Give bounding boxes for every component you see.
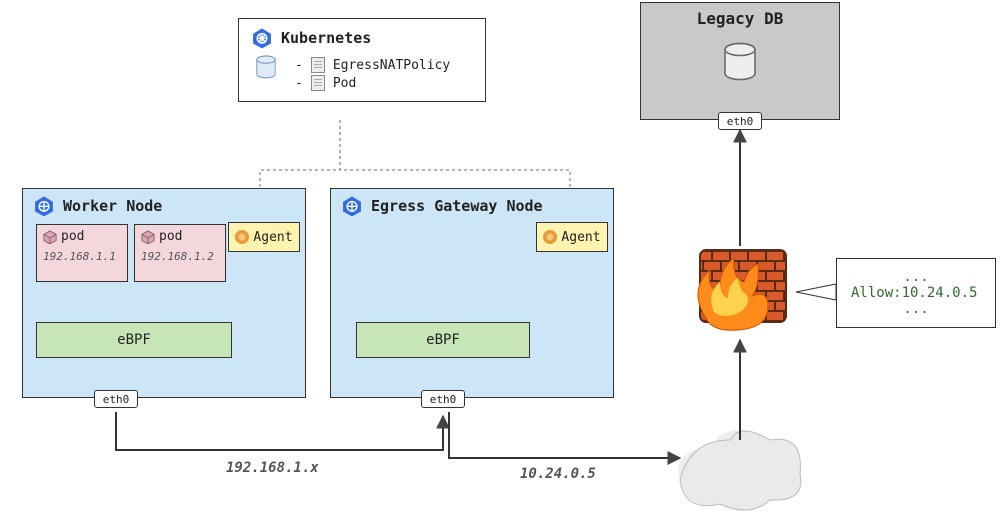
resource-egressnatpolicy: EgressNATPolicy bbox=[333, 58, 450, 73]
egress-eth0: eth0 bbox=[421, 390, 465, 408]
kubernetes-icon bbox=[251, 27, 273, 49]
kubernetes-icon bbox=[341, 195, 363, 217]
worker-ebpf-label: eBPF bbox=[117, 332, 151, 348]
legacy-db-title: Legacy DB bbox=[641, 9, 839, 28]
control-plane-title: Kubernetes bbox=[281, 29, 371, 47]
legacy-db: Legacy DB bbox=[640, 2, 840, 120]
etcd-database-icon bbox=[255, 55, 277, 81]
legacy-eth0: eth0 bbox=[718, 112, 762, 130]
kubernetes-control-plane: Kubernetes -EgressNATPolicy -Pod bbox=[238, 18, 486, 102]
path-worker-to-gw: 192.168.1.x bbox=[226, 460, 319, 476]
pod-1: pod 192.168.1.1 bbox=[36, 224, 128, 282]
resource-pod: Pod bbox=[333, 76, 356, 91]
pod-cube-icon bbox=[43, 230, 57, 244]
path-gw-to-cloud: 10.24.0.5 bbox=[520, 466, 596, 482]
pod-2-label: pod bbox=[159, 229, 182, 244]
kubernetes-icon bbox=[33, 195, 55, 217]
egress-ebpf: eBPF bbox=[356, 322, 530, 358]
worker-eth0: eth0 bbox=[94, 390, 138, 408]
rule-prefix: ... bbox=[851, 269, 981, 285]
database-icon bbox=[722, 42, 758, 84]
cilium-icon bbox=[543, 230, 557, 244]
firewall-icon bbox=[698, 250, 786, 330]
egress-gateway-node: Egress Gateway Node bbox=[330, 188, 614, 398]
pod-2-ip: 192.168.1.2 bbox=[141, 250, 219, 263]
egress-cilium-agent: Agent bbox=[536, 222, 608, 252]
cilium-icon bbox=[235, 230, 249, 244]
egress-agent-label: Agent bbox=[561, 230, 600, 245]
worker-cilium-agent: Agent bbox=[228, 222, 300, 252]
egress-ebpf-label: eBPF bbox=[426, 332, 460, 348]
document-icon bbox=[311, 75, 325, 91]
document-icon bbox=[311, 57, 325, 73]
pod-1-label: pod bbox=[61, 229, 84, 244]
network-cloud-icon bbox=[678, 430, 801, 510]
pod-1-ip: 192.168.1.1 bbox=[43, 250, 121, 263]
firewall-rule: ... Allow:10.24.0.5 ... bbox=[836, 258, 996, 328]
pod-cube-icon bbox=[141, 230, 155, 244]
worker-agent-label: Agent bbox=[253, 230, 292, 245]
egress-node-title: Egress Gateway Node bbox=[371, 197, 543, 215]
rule-suffix: ... bbox=[851, 301, 981, 317]
rule-allow: Allow:10.24.0.5 bbox=[851, 285, 981, 301]
pod-2: pod 192.168.1.2 bbox=[134, 224, 226, 282]
worker-node-title: Worker Node bbox=[63, 197, 162, 215]
worker-node: Worker Node bbox=[22, 188, 306, 398]
worker-ebpf: eBPF bbox=[36, 322, 232, 358]
